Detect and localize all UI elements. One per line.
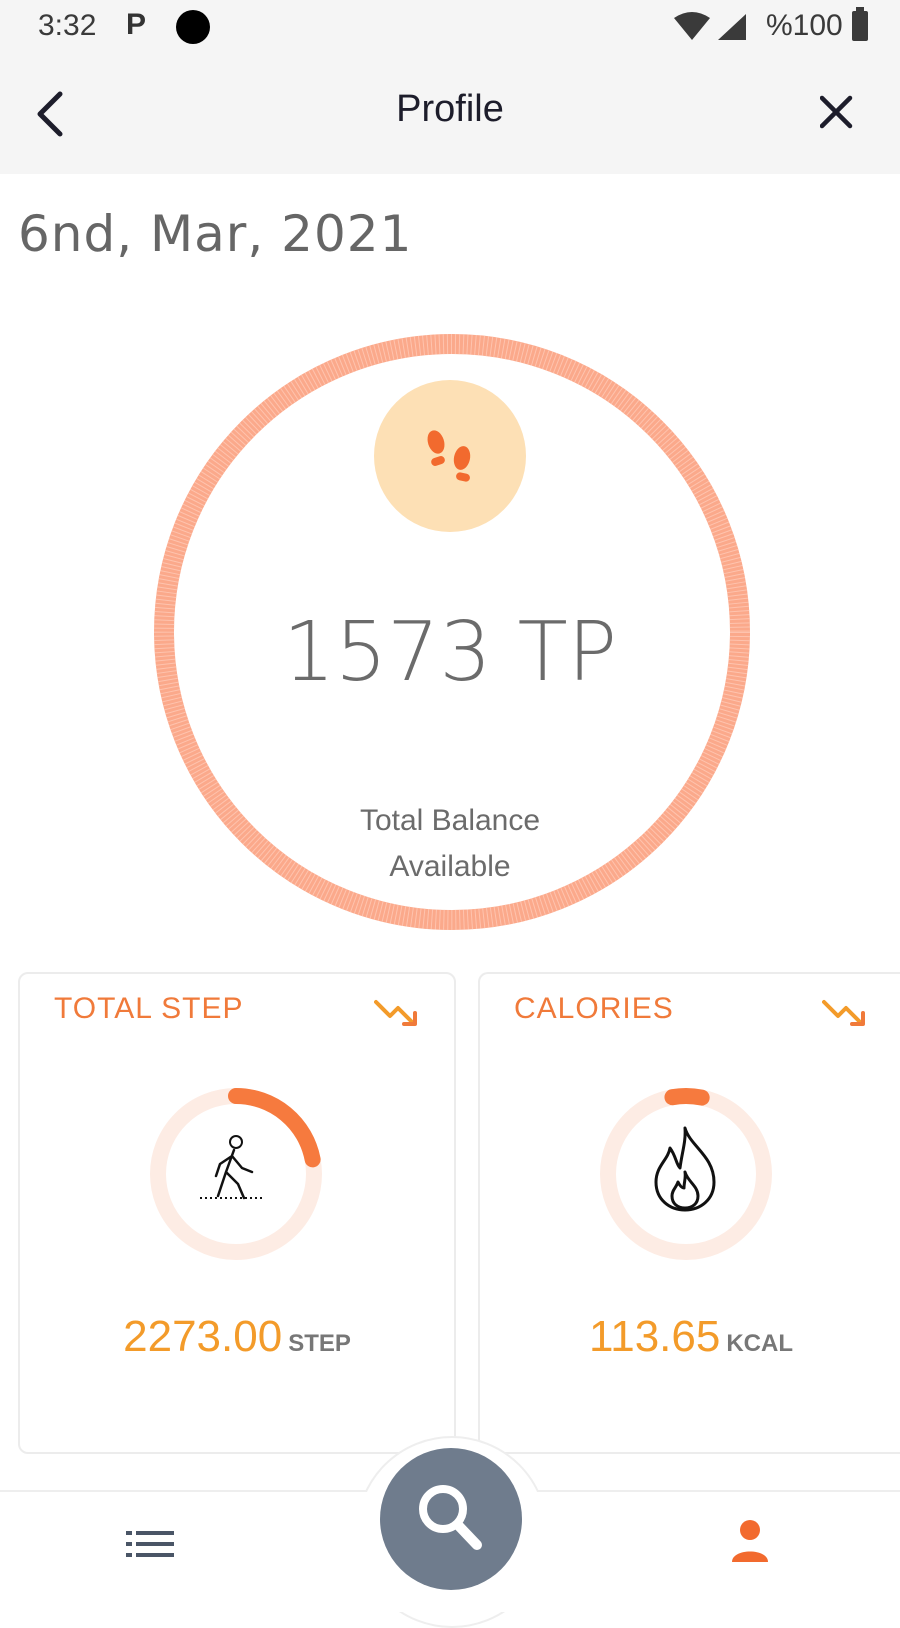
page-title: Profile <box>396 88 504 130</box>
nav-profile-button[interactable] <box>728 1518 772 1566</box>
balance-label: Total Balance Available <box>0 798 900 890</box>
status-bar: 3:32 P %100 <box>0 0 900 56</box>
balance-label-line2: Available <box>389 850 511 883</box>
card-title: TOTAL STEP <box>54 992 244 1025</box>
card-title: CALORIES <box>514 992 674 1025</box>
calories-unit: KCAL <box>726 1330 793 1357</box>
date-label: 6nd, Mar, 2021 <box>18 205 413 263</box>
close-icon <box>819 95 853 129</box>
balance-label-line1: Total Balance <box>359 804 541 837</box>
calories-value-row: 113.65 KCAL <box>480 1312 900 1362</box>
calories-card[interactable]: CALORIES 113.65 KCAL <box>478 972 900 1454</box>
parking-app-icon: P <box>126 8 147 41</box>
steps-value: 2273.00 <box>123 1312 283 1361</box>
signal-icon <box>718 14 746 40</box>
nav-list-button[interactable] <box>124 1522 176 1566</box>
wifi-icon <box>674 12 710 40</box>
search-icon <box>419 1485 482 1550</box>
walking-person-icon <box>200 1135 264 1200</box>
steps-value-row: 2273.00 STEP <box>20 1312 454 1362</box>
balance-icon-circle <box>374 380 526 532</box>
close-button[interactable] <box>819 86 880 146</box>
profile-icon <box>732 1520 768 1562</box>
trend-down-icon <box>822 1000 865 1026</box>
list-icon <box>126 1531 174 1557</box>
header: Profile <box>0 56 900 174</box>
trend-down-icon <box>374 1000 417 1026</box>
notification-dot-icon <box>176 10 210 44</box>
battery-icon <box>852 7 868 41</box>
total-step-card[interactable]: TOTAL STEP 2273.00 STEP <box>18 972 456 1454</box>
status-time: 3:32 <box>38 9 97 42</box>
balance-value: 1573 TP <box>282 605 618 700</box>
search-button[interactable] <box>380 1448 522 1590</box>
footsteps-icon <box>427 430 471 482</box>
steps-unit: STEP <box>288 1330 351 1357</box>
flame-icon <box>654 1126 716 1212</box>
calories-value: 113.65 <box>589 1312 721 1361</box>
battery-level-text: %100 <box>766 9 843 42</box>
